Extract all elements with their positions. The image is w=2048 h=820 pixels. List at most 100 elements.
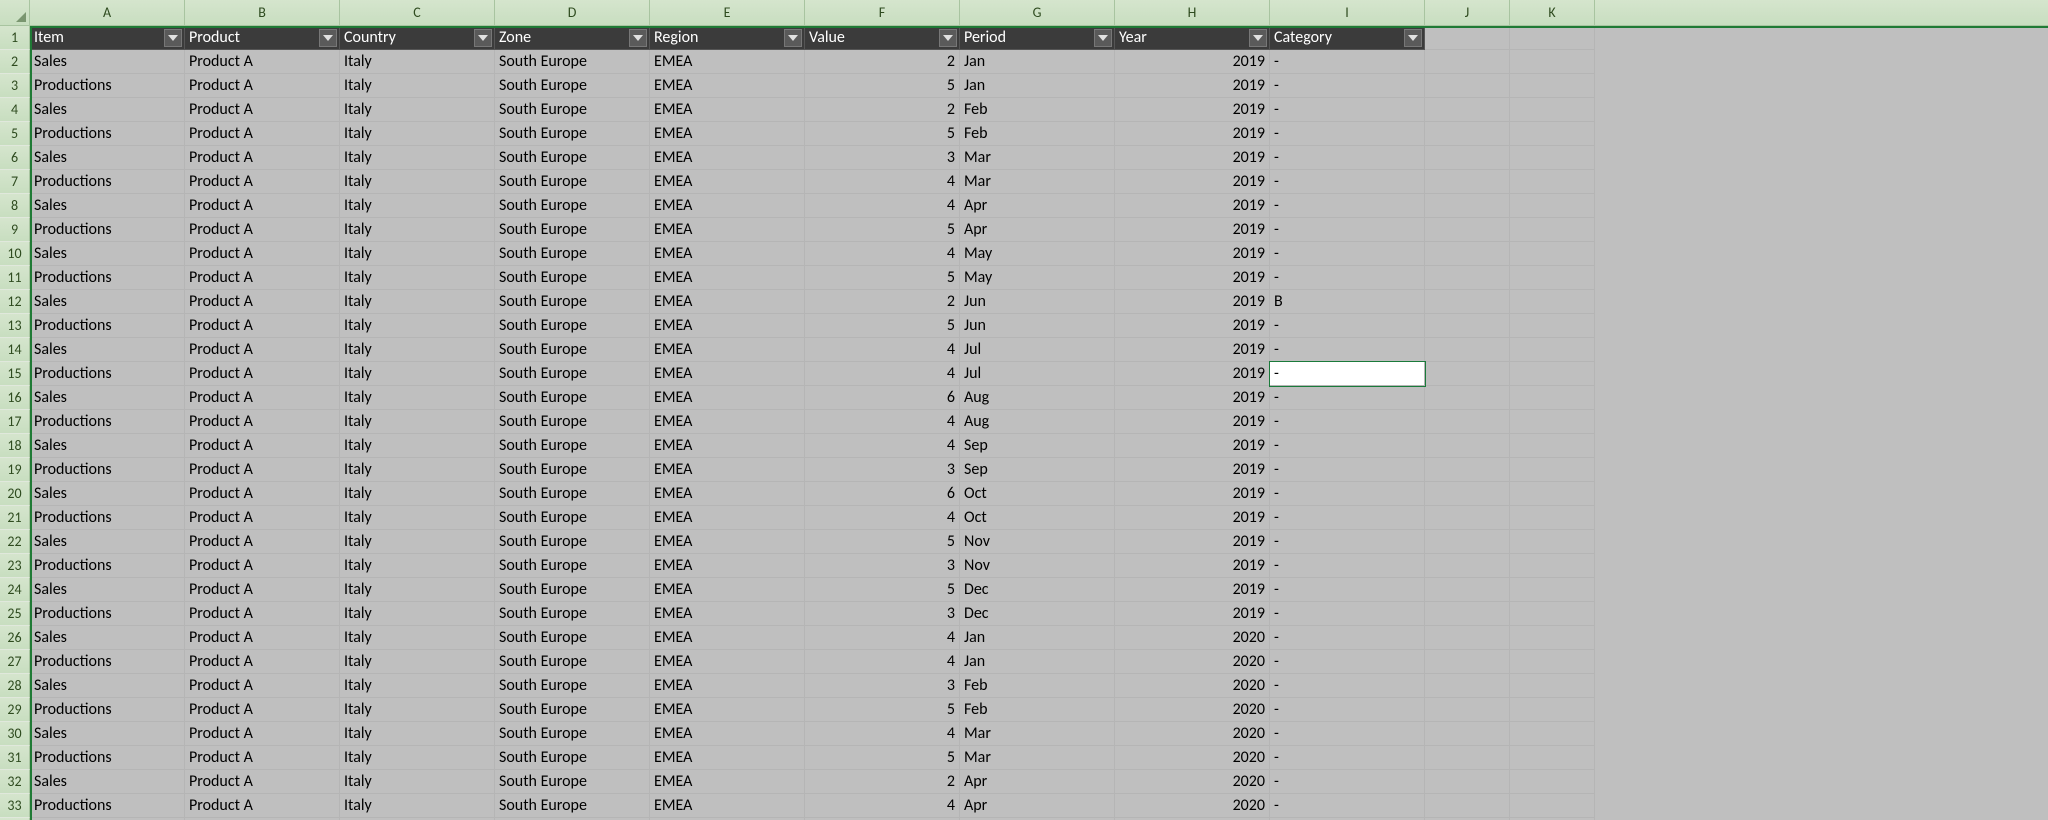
cell-A6[interactable]: Sales: [30, 146, 185, 170]
cell-K3[interactable]: [1510, 74, 1595, 98]
cell-D8[interactable]: South Europe: [495, 194, 650, 218]
cell-I18[interactable]: -: [1270, 434, 1425, 458]
cell-K12[interactable]: [1510, 290, 1595, 314]
cell-F5[interactable]: 5: [805, 122, 960, 146]
cell-D9[interactable]: South Europe: [495, 218, 650, 242]
cell-B13[interactable]: Product A: [185, 314, 340, 338]
cell-A15[interactable]: Productions: [30, 362, 185, 386]
column-header-C[interactable]: C: [340, 0, 495, 25]
table-header-Value[interactable]: Value: [805, 26, 960, 50]
cell-H9[interactable]: 2019: [1115, 218, 1270, 242]
cell-J27[interactable]: [1425, 650, 1510, 674]
cell-I5[interactable]: -: [1270, 122, 1425, 146]
cell-F33[interactable]: 4: [805, 794, 960, 818]
cell-F6[interactable]: 3: [805, 146, 960, 170]
cell-F30[interactable]: 4: [805, 722, 960, 746]
cell-K6[interactable]: [1510, 146, 1595, 170]
cell-D16[interactable]: South Europe: [495, 386, 650, 410]
cell-B9[interactable]: Product A: [185, 218, 340, 242]
cell-H20[interactable]: 2019: [1115, 482, 1270, 506]
cell-C7[interactable]: Italy: [340, 170, 495, 194]
cell-J18[interactable]: [1425, 434, 1510, 458]
cell-K16[interactable]: [1510, 386, 1595, 410]
cell-G19[interactable]: Sep: [960, 458, 1115, 482]
cell-F19[interactable]: 3: [805, 458, 960, 482]
cell-J23[interactable]: [1425, 554, 1510, 578]
row-header[interactable]: 29: [0, 698, 30, 722]
cell-C10[interactable]: Italy: [340, 242, 495, 266]
cell-H30[interactable]: 2020: [1115, 722, 1270, 746]
cell-F10[interactable]: 4: [805, 242, 960, 266]
cell-B27[interactable]: Product A: [185, 650, 340, 674]
cell-B23[interactable]: Product A: [185, 554, 340, 578]
cell-E14[interactable]: EMEA: [650, 338, 805, 362]
cell-K17[interactable]: [1510, 410, 1595, 434]
cell-C3[interactable]: Italy: [340, 74, 495, 98]
cell-D29[interactable]: South Europe: [495, 698, 650, 722]
cell-H4[interactable]: 2019: [1115, 98, 1270, 122]
cell-A14[interactable]: Sales: [30, 338, 185, 362]
cell-C30[interactable]: Italy: [340, 722, 495, 746]
cell-J14[interactable]: [1425, 338, 1510, 362]
cell-J26[interactable]: [1425, 626, 1510, 650]
column-header-E[interactable]: E: [650, 0, 805, 25]
cell-A18[interactable]: Sales: [30, 434, 185, 458]
cell-D28[interactable]: South Europe: [495, 674, 650, 698]
cell-K23[interactable]: [1510, 554, 1595, 578]
cell-K22[interactable]: [1510, 530, 1595, 554]
cell-E24[interactable]: EMEA: [650, 578, 805, 602]
cell-I19[interactable]: -: [1270, 458, 1425, 482]
cell-E32[interactable]: EMEA: [650, 770, 805, 794]
row-header[interactable]: 33: [0, 794, 30, 818]
cell-I11[interactable]: -: [1270, 266, 1425, 290]
cell-A19[interactable]: Productions: [30, 458, 185, 482]
cell-I10[interactable]: -: [1270, 242, 1425, 266]
cell-C23[interactable]: Italy: [340, 554, 495, 578]
cell-G6[interactable]: Mar: [960, 146, 1115, 170]
cell-I29[interactable]: -: [1270, 698, 1425, 722]
cell-F22[interactable]: 5: [805, 530, 960, 554]
cell-F14[interactable]: 4: [805, 338, 960, 362]
cell-J8[interactable]: [1425, 194, 1510, 218]
cell-E15[interactable]: EMEA: [650, 362, 805, 386]
cell-F27[interactable]: 4: [805, 650, 960, 674]
cell-G33[interactable]: Apr: [960, 794, 1115, 818]
cell-G10[interactable]: May: [960, 242, 1115, 266]
cell-E4[interactable]: EMEA: [650, 98, 805, 122]
cell-C25[interactable]: Italy: [340, 602, 495, 626]
cell-F20[interactable]: 6: [805, 482, 960, 506]
row-header[interactable]: 16: [0, 386, 30, 410]
cell-B14[interactable]: Product A: [185, 338, 340, 362]
cell-E19[interactable]: EMEA: [650, 458, 805, 482]
cell-E31[interactable]: EMEA: [650, 746, 805, 770]
cell-K30[interactable]: [1510, 722, 1595, 746]
cell-G23[interactable]: Nov: [960, 554, 1115, 578]
cell-D13[interactable]: South Europe: [495, 314, 650, 338]
cell-K8[interactable]: [1510, 194, 1595, 218]
table-header-J[interactable]: [1425, 26, 1510, 50]
cell-E3[interactable]: EMEA: [650, 74, 805, 98]
cell-H5[interactable]: 2019: [1115, 122, 1270, 146]
cell-G25[interactable]: Dec: [960, 602, 1115, 626]
cell-B29[interactable]: Product A: [185, 698, 340, 722]
cell-G16[interactable]: Aug: [960, 386, 1115, 410]
cell-C27[interactable]: Italy: [340, 650, 495, 674]
cell-H8[interactable]: 2019: [1115, 194, 1270, 218]
table-header-Country[interactable]: Country: [340, 26, 495, 50]
cell-J20[interactable]: [1425, 482, 1510, 506]
row-header[interactable]: 6: [0, 146, 30, 170]
cell-K32[interactable]: [1510, 770, 1595, 794]
cell-I31[interactable]: -: [1270, 746, 1425, 770]
cell-A26[interactable]: Sales: [30, 626, 185, 650]
filter-dropdown-icon[interactable]: [164, 29, 182, 47]
cell-I16[interactable]: -: [1270, 386, 1425, 410]
cell-F26[interactable]: 4: [805, 626, 960, 650]
cell-H23[interactable]: 2019: [1115, 554, 1270, 578]
cell-F17[interactable]: 4: [805, 410, 960, 434]
cell-I13[interactable]: -: [1270, 314, 1425, 338]
cell-H33[interactable]: 2020: [1115, 794, 1270, 818]
cell-D32[interactable]: South Europe: [495, 770, 650, 794]
cell-A10[interactable]: Sales: [30, 242, 185, 266]
cell-A16[interactable]: Sales: [30, 386, 185, 410]
cell-C29[interactable]: Italy: [340, 698, 495, 722]
